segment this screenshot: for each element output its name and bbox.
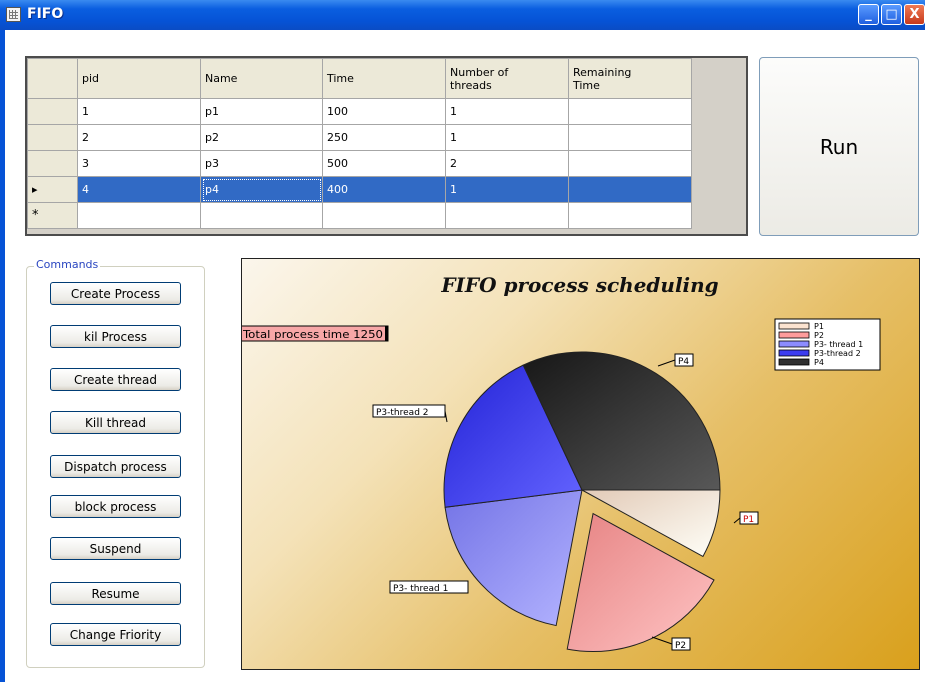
dispatch-process-button[interactable]: Dispatch process	[50, 455, 181, 478]
process-grid[interactable]: pid Name Time Number of threads Remaining…	[25, 56, 748, 236]
grid-header-row: pid Name Time Number of threads Remaining…	[27, 58, 692, 99]
window-title: FIFO	[27, 6, 64, 22]
row-header-corner	[27, 58, 78, 99]
column-header-time[interactable]: Time	[322, 58, 446, 99]
pie-label-text: P4	[678, 357, 689, 367]
resume-button[interactable]: Resume	[50, 582, 181, 605]
cell-time[interactable]: 400	[322, 176, 446, 203]
new-row[interactable]: *	[27, 202, 692, 229]
cell-time[interactable]: 100	[322, 98, 446, 125]
minimize-button[interactable]: _	[858, 4, 879, 25]
table-row[interactable]: 3 p3 500 2	[27, 150, 692, 177]
row-header[interactable]	[27, 98, 78, 125]
cell-remaining[interactable]	[568, 150, 692, 177]
kill-process-button[interactable]: kil Process	[50, 325, 181, 348]
table-row[interactable]: 2 p2 250 1	[27, 124, 692, 151]
total-time-annotation: Total process time 1250	[242, 325, 389, 342]
new-row-marker-icon[interactable]: *	[27, 202, 78, 229]
cell-remaining[interactable]	[568, 98, 692, 125]
annotation-shadow	[385, 326, 388, 341]
pie-slices	[443, 351, 721, 652]
legend-swatch	[778, 358, 810, 366]
commands-legend: Commands	[34, 258, 101, 271]
column-header-name[interactable]: Name	[200, 58, 323, 99]
process-table: pid Name Time Number of threads Remaining…	[27, 58, 692, 229]
cell-pid[interactable]: 4	[77, 176, 201, 203]
current-row-marker-icon[interactable]: ▸	[27, 176, 78, 203]
table-row[interactable]: 1 p1 100 1	[27, 98, 692, 125]
cell-threads[interactable]: 1	[445, 176, 569, 203]
cell-pid[interactable]: 2	[77, 124, 201, 151]
legend-label: P3-thread 2	[814, 349, 861, 358]
column-header-pid[interactable]: pid	[77, 58, 201, 99]
legend-label: P1	[814, 322, 824, 331]
legend-swatch	[778, 340, 810, 348]
cell-threads[interactable]: 2	[445, 150, 569, 177]
cell-remaining[interactable]	[568, 176, 692, 203]
pie-label-text: P1	[743, 515, 754, 525]
pie-label-text: P2	[675, 641, 686, 651]
legend-label: P2	[814, 331, 824, 340]
pie-label-leader	[733, 517, 741, 524]
pie-label-leader	[651, 636, 673, 645]
cell-pid[interactable]	[77, 202, 201, 229]
legend-swatch	[778, 349, 810, 357]
kill-thread-button[interactable]: Kill thread	[50, 411, 181, 434]
pie-chart: FIFO process scheduling Total process ti…	[241, 258, 920, 670]
close-button[interactable]: X	[904, 4, 925, 25]
cell-pid[interactable]: 3	[77, 150, 201, 177]
cell-threads[interactable]: 1	[445, 98, 569, 125]
run-button[interactable]: Run	[759, 57, 919, 236]
legend-label: P3- thread 1	[814, 340, 863, 349]
cell-time[interactable]	[322, 202, 446, 229]
legend-swatch	[778, 331, 810, 339]
pie-label-text: P3-thread 2	[376, 408, 429, 418]
cell-name[interactable]	[200, 202, 323, 229]
cell-threads[interactable]	[445, 202, 569, 229]
legend-label: P4	[814, 358, 824, 367]
pie-label-leader	[657, 359, 676, 367]
pie-label-text: P3- thread 1	[393, 584, 448, 594]
pie-chart-svg: FIFO process scheduling Total process ti…	[242, 273, 881, 652]
chart-title: FIFO process scheduling	[440, 273, 718, 297]
maximize-button[interactable]: □	[881, 4, 902, 25]
cell-name[interactable]: p3	[200, 150, 323, 177]
cell-remaining[interactable]	[568, 124, 692, 151]
table-row-selected[interactable]: ▸ 4 p4 400 1	[27, 176, 692, 203]
column-header-remaining[interactable]: Remaining Time	[568, 58, 692, 99]
cell-name[interactable]: p4	[200, 176, 323, 203]
create-thread-button[interactable]: Create thread	[50, 368, 181, 391]
cell-name[interactable]: p1	[200, 98, 323, 125]
chart-legend: P1P2P3- thread 1P3-thread 2P4	[774, 318, 881, 371]
app-grid-icon	[6, 7, 21, 22]
cell-remaining[interactable]	[568, 202, 692, 229]
cell-time[interactable]: 500	[322, 150, 446, 177]
row-header[interactable]	[27, 150, 78, 177]
legend-swatch	[778, 322, 810, 330]
cell-threads[interactable]: 1	[445, 124, 569, 151]
title-bar[interactable]: FIFO _ □ X	[0, 0, 925, 30]
create-process-button[interactable]: Create Process	[50, 282, 181, 305]
pie-slice-p3-thread-1	[444, 489, 583, 627]
annotation-text: Total process time 1250	[242, 328, 383, 341]
window-border	[0, 30, 5, 682]
cell-time[interactable]: 250	[322, 124, 446, 151]
block-process-button[interactable]: block process	[50, 495, 181, 518]
cell-pid[interactable]: 1	[77, 98, 201, 125]
change-priority-button[interactable]: Change Friority	[50, 623, 181, 646]
row-header[interactable]	[27, 124, 78, 151]
column-header-threads[interactable]: Number of threads	[445, 58, 569, 99]
cell-name[interactable]: p2	[200, 124, 323, 151]
suspend-button[interactable]: Suspend	[50, 537, 181, 560]
